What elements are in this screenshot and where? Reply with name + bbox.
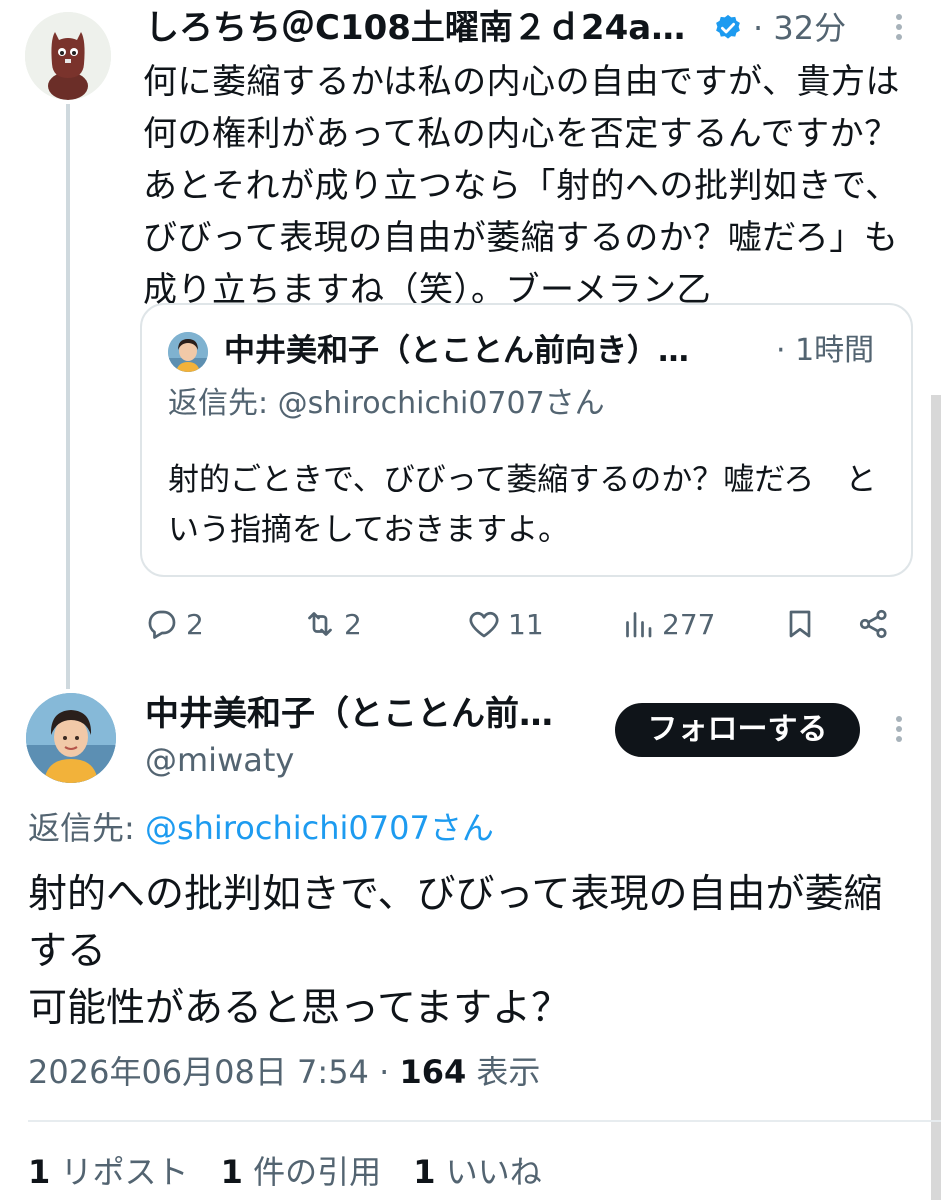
analytics-icon [626, 612, 652, 638]
share-icon [859, 609, 887, 639]
reply-count: 2 [186, 607, 204, 641]
quoted-timestamp: · 1時間 [776, 333, 875, 368]
reposts-stat-number: 1 [28, 1153, 51, 1191]
views-number: 164 [399, 1053, 467, 1091]
tweet-meta: 2026年06月08日 7:54 · 164 表示 [28, 1048, 540, 1096]
divider [28, 1120, 941, 1122]
reply-timestamp[interactable]: · 32分 [753, 6, 846, 50]
heart-icon [469, 611, 499, 638]
like-count: 11 [508, 607, 544, 641]
reply-to-line: 返信先: @shirochichi0707さん [28, 805, 494, 851]
quoted-author-name: 中井美和子（とことん前向き）… [224, 333, 689, 369]
engagement-stats: 1 リポスト 1 件の引用 1 いいね [28, 1148, 564, 1196]
repost-count: 2 [344, 607, 362, 641]
tweet-timestamp[interactable]: 2026年06月08日 7:54 · [28, 1053, 399, 1091]
likes-stat[interactable]: 1 いいね [413, 1153, 541, 1191]
more-options-icon[interactable] [884, 712, 914, 752]
bookmark-icon [789, 610, 811, 638]
reply-author-name[interactable]: しろちち＠C108土曜南２ｄ24a／… [145, 6, 705, 50]
avatar[interactable] [26, 693, 116, 783]
reply-icon [148, 610, 176, 639]
quotes-stat-label: 件の引用 [242, 1153, 382, 1191]
more-options-icon[interactable] [884, 10, 914, 50]
views-button[interactable]: 277 [620, 600, 715, 648]
reply-button[interactable]: 2 [144, 600, 204, 648]
repost-button[interactable]: 2 [302, 600, 362, 648]
quotes-stat[interactable]: 1 件の引用 [221, 1153, 381, 1191]
main-tweet-text: 射的への批判如きで、びびって表現の自由が萎縮する 可能性があると思ってますよ？ [28, 872, 883, 1031]
tweet-thread-page: しろちち＠C108土曜南２ｄ24a／… · 32分 何に萎縮するかは私の内心の自… [0, 0, 941, 1200]
avatar[interactable] [25, 12, 111, 100]
repost-icon [308, 612, 332, 636]
like-button[interactable]: 11 [466, 600, 544, 648]
quoted-reply-to: 返信先: @shirochichi0707さん [168, 386, 605, 421]
bookmark-button[interactable] [782, 600, 818, 648]
verified-badge-icon [716, 14, 740, 39]
likes-stat-label: いいね [435, 1153, 542, 1191]
scrollbar[interactable] [931, 395, 941, 1200]
share-button[interactable] [856, 600, 892, 648]
likes-stat-number: 1 [413, 1153, 436, 1191]
views-count: 277 [662, 607, 716, 641]
views-label: 表示 [466, 1053, 541, 1091]
reposts-stat-label: リポスト [50, 1153, 189, 1191]
quoted-tweet-text: 射的ごときで、びびって萎縮するのか？嘘だろ という指摘をしておきますよ。 [168, 462, 877, 548]
reply-to-label: 返信先: [28, 809, 145, 847]
thread-connector-line [66, 104, 70, 689]
main-author-name[interactable]: 中井美和子（とことん前… [145, 690, 585, 738]
reply-tweet-text: 何に萎縮するかは私の内心の自由ですが、貴方は何の権利があって私の内心を否定するん… [143, 62, 900, 310]
quotes-stat-number: 1 [220, 1153, 243, 1191]
reply-to-mention-link[interactable]: @shirochichi0707さん [145, 809, 494, 847]
follow-button[interactable]: フォローする [615, 703, 860, 757]
quoted-author-avatar [168, 332, 208, 372]
reposts-stat[interactable]: 1 リポスト [28, 1153, 188, 1191]
main-author-handle[interactable]: @miwaty [145, 738, 294, 782]
